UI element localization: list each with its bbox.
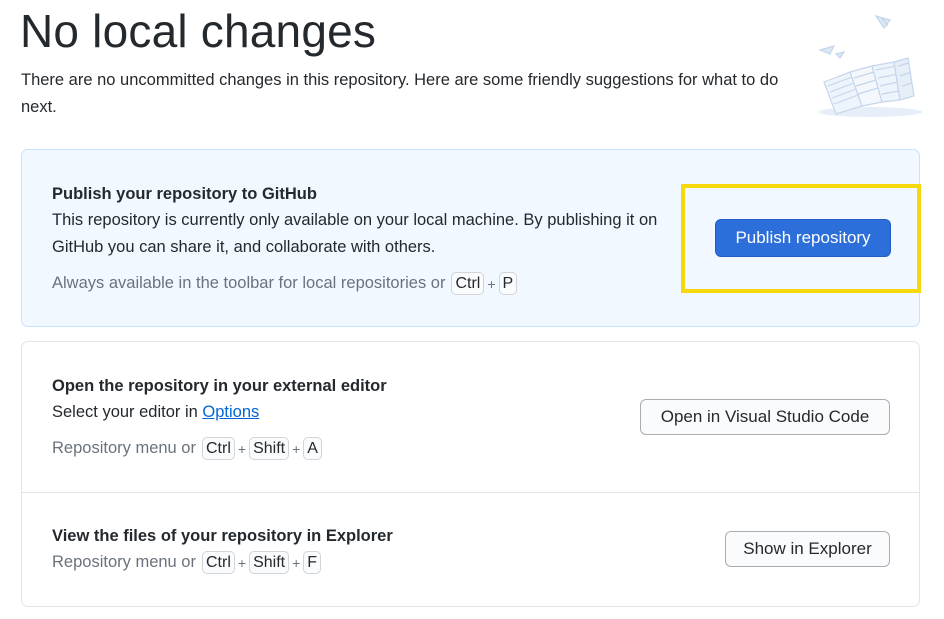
key-f: F: [303, 551, 322, 574]
publish-description: This repository is currently only availa…: [52, 211, 658, 256]
plus-sign: +: [292, 440, 301, 457]
editor-title: Open the repository in your external edi…: [52, 377, 387, 395]
page-title: No local changes: [20, 5, 377, 57]
key-ctrl: Ctrl: [451, 272, 485, 295]
publish-shortcut-text: Always available in the toolbar for loca…: [52, 274, 446, 292]
explorer-row: View the files of your repository in Exp…: [22, 493, 919, 607]
explorer-shortcut-hint: Repository menu or Ctrl + Shift + F: [52, 551, 322, 574]
editor-description: Select your editor in Options: [52, 399, 259, 426]
key-a: A: [303, 437, 322, 460]
key-ctrl: Ctrl: [201, 551, 235, 574]
key-p: P: [498, 272, 518, 295]
paper-stack-illustration-icon: [810, 6, 930, 122]
key-shift: Shift: [249, 437, 290, 460]
plus-sign: +: [237, 440, 247, 457]
publish-card: Publish your repository to GitHub This r…: [21, 149, 920, 327]
plus-sign: +: [292, 554, 301, 571]
options-link[interactable]: Options: [202, 403, 259, 421]
publish-shortcut-hint: Always available in the toolbar for loca…: [52, 272, 518, 295]
publish-title: Publish your repository to GitHub: [52, 185, 317, 203]
key-shift: Shift: [249, 551, 290, 574]
suggestions-card: Open the repository in your external edi…: [21, 341, 920, 607]
editor-description-text: Select your editor in: [52, 403, 198, 421]
page-subtitle: There are no uncommitted changes in this…: [21, 71, 779, 116]
no-local-changes-view: No local changes There are no uncommitte…: [0, 0, 944, 619]
plus-sign: +: [237, 554, 247, 571]
show-in-explorer-button[interactable]: Show in Explorer: [725, 531, 890, 567]
editor-shortcut-hint: Repository menu or Ctrl + Shift + A: [52, 437, 323, 460]
plus-sign: +: [487, 275, 496, 292]
publish-repository-button[interactable]: Publish repository: [715, 219, 891, 257]
open-in-vscode-button[interactable]: Open in Visual Studio Code: [640, 399, 890, 435]
editor-row: Open the repository in your external edi…: [22, 342, 919, 492]
editor-shortcut-text: Repository menu or: [52, 439, 196, 457]
key-ctrl: Ctrl: [201, 437, 235, 460]
explorer-title: View the files of your repository in Exp…: [52, 527, 393, 545]
explorer-shortcut-text: Repository menu or: [52, 553, 196, 571]
